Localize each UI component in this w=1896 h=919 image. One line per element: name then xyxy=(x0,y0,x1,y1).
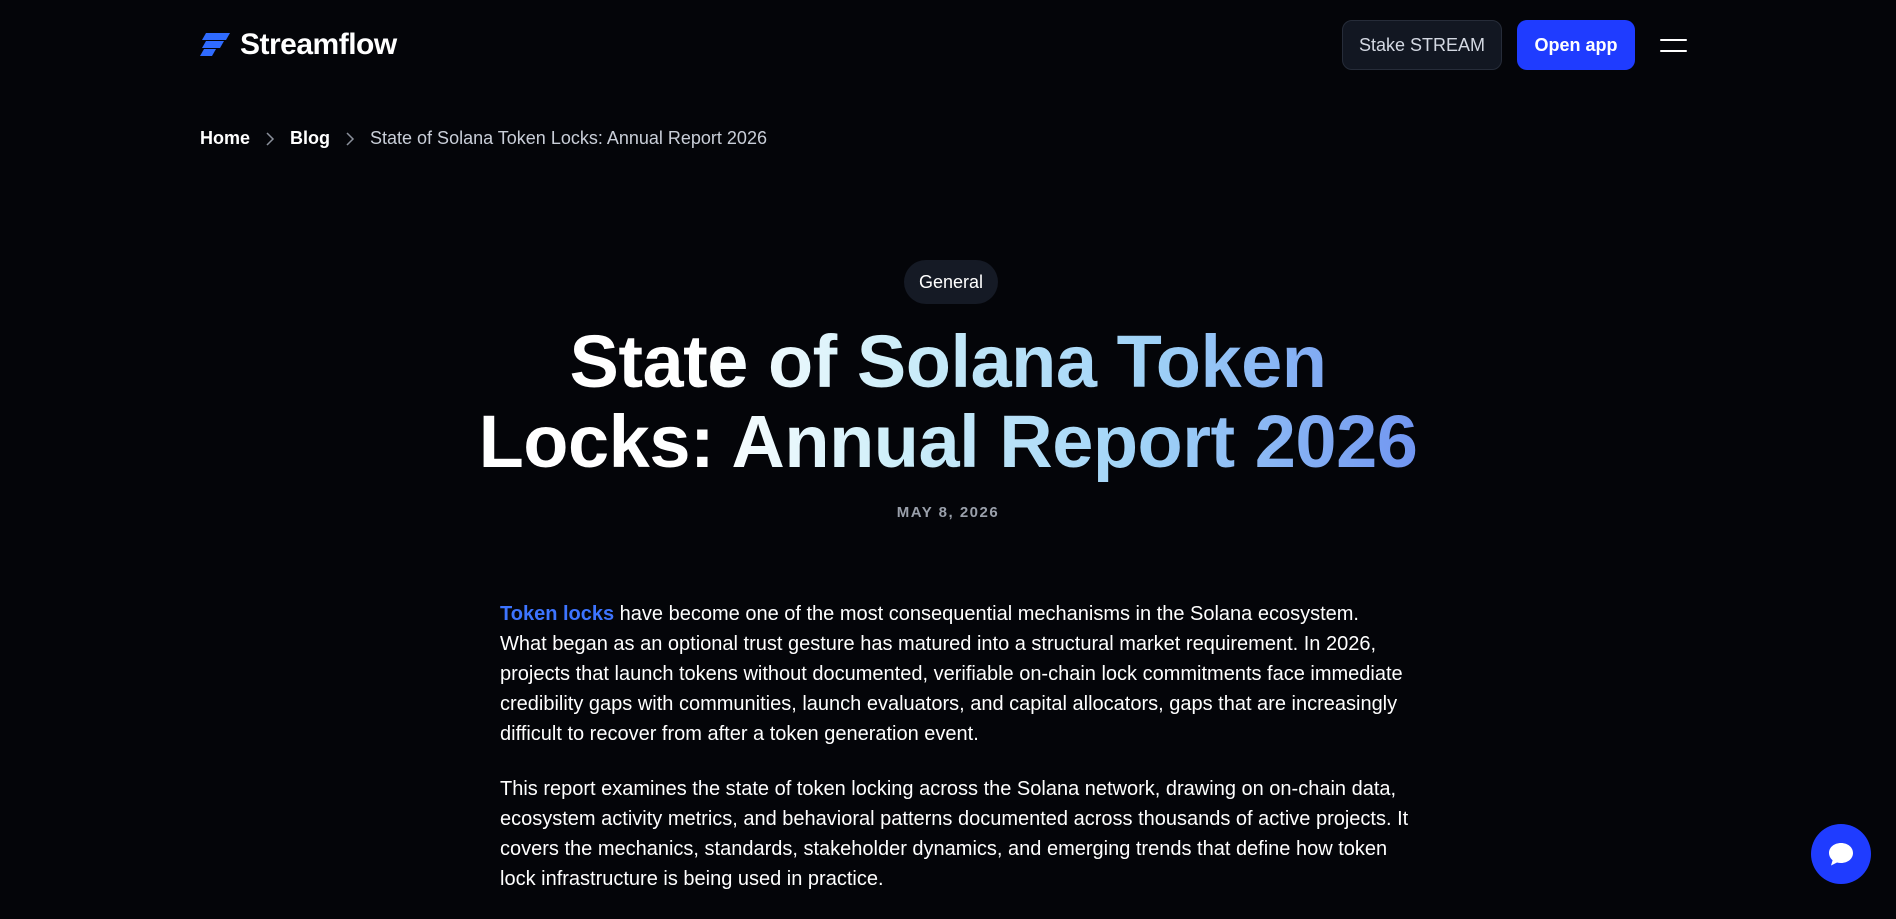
chevron-right-icon xyxy=(330,131,370,146)
article-body: Token locks have become one of the most … xyxy=(500,599,1410,919)
article-date: MAY 8, 2026 xyxy=(896,504,1000,521)
breadcrumb-current: State of Solana Token Locks: Annual Repo… xyxy=(370,128,767,148)
open-app-button[interactable]: Open app xyxy=(1517,20,1635,70)
hamburger-menu-icon[interactable] xyxy=(1660,30,1690,60)
breadcrumb-blog[interactable]: Blog xyxy=(290,128,330,149)
article-paragraph: Token locks have become one of the most … xyxy=(500,599,1410,749)
site-header: Streamflow Stake STREAM Open app xyxy=(0,0,1896,90)
stake-stream-button[interactable]: Stake STREAM xyxy=(1342,20,1502,70)
streamflow-logo-icon xyxy=(200,33,230,56)
token-locks-link[interactable]: Token locks xyxy=(500,603,614,625)
article-paragraph: This report examines the state of token … xyxy=(500,778,1409,890)
chat-bubble-icon xyxy=(1829,843,1853,866)
category-tag[interactable]: General xyxy=(904,260,998,304)
brand-logo[interactable]: Streamflow xyxy=(200,28,397,62)
breadcrumb: Home Blog State of Solana Token Locks: A… xyxy=(200,128,767,149)
chevron-right-icon xyxy=(250,131,290,146)
paragraph-text: have become one of the most consequentia… xyxy=(500,603,1403,745)
breadcrumb-home[interactable]: Home xyxy=(200,128,250,149)
chat-button[interactable] xyxy=(1811,824,1871,884)
article-title: State of Solana Token Locks: Annual Repo… xyxy=(448,322,1448,482)
brand-name: Streamflow xyxy=(240,28,397,61)
